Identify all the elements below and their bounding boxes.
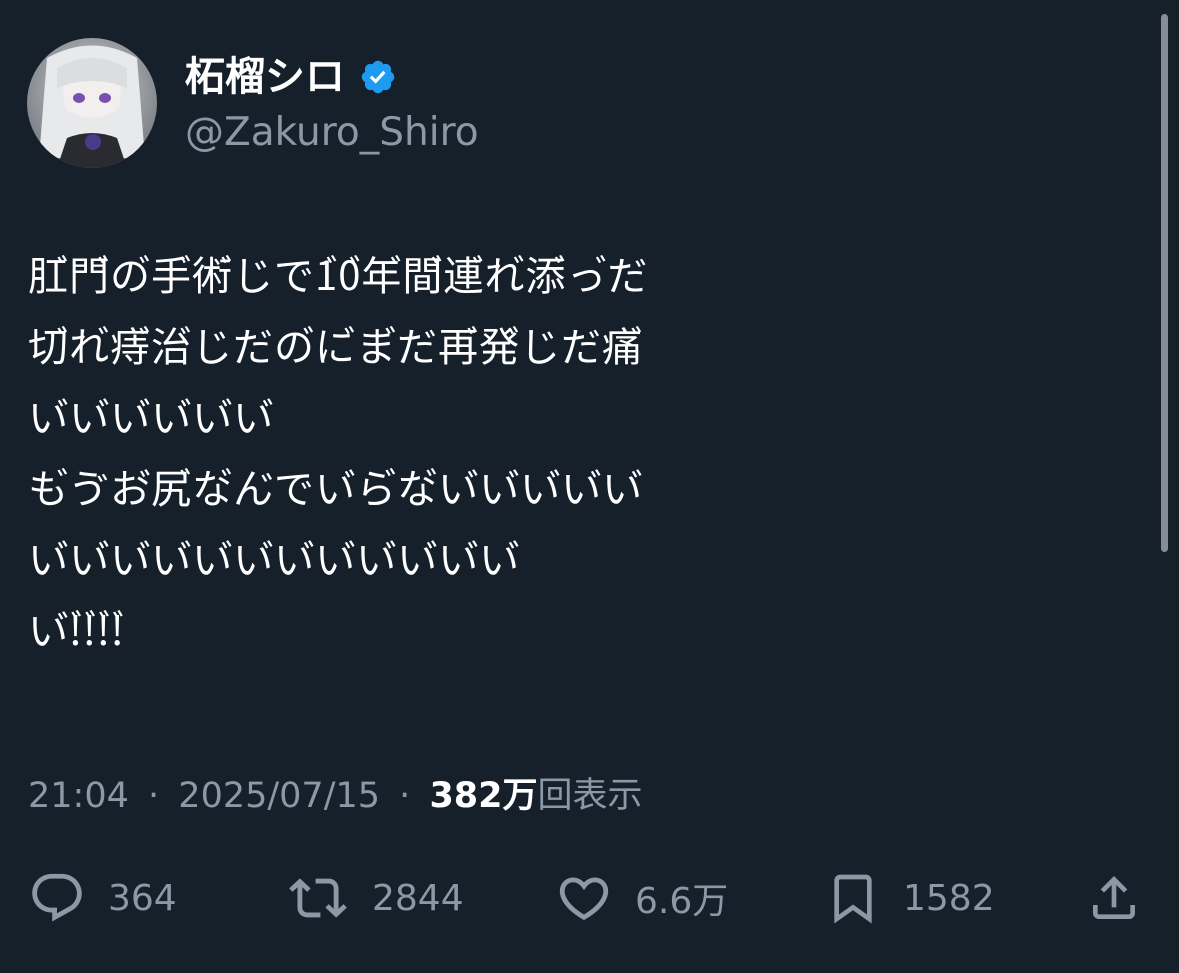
heart-icon	[559, 877, 609, 921]
reply-count: 364	[108, 877, 177, 919]
retweet-button[interactable]: 2844	[286, 868, 464, 928]
like-count: 6.6万	[635, 881, 729, 922]
tweet-text: 肛゙門゙の゙手゙術゙じで1゙0゙年゙間゙連゙れ゙添゙っ゙だ 切゙れ゙痔゙治゙じだ…	[28, 242, 1138, 668]
retweet-count: 2844	[372, 877, 464, 919]
tweet-date[interactable]: 2025/07/15	[178, 776, 380, 816]
tweet-line: い゙い゙い゙い゙い゙い゙	[28, 396, 274, 442]
share-button[interactable]	[1086, 868, 1142, 928]
action-bar: 364 2844 6.6万 1582	[0, 868, 1179, 928]
reply-icon	[32, 873, 82, 922]
tweet-line: 肛゙門゙の゙手゙術゙じで1゙0゙年゙間゙連゙れ゙添゙っ゙だ	[28, 254, 649, 300]
share-icon	[1093, 876, 1135, 919]
bookmark-count: 1582	[903, 877, 995, 919]
display-name-text: 柘榴シロ	[185, 54, 345, 100]
views-label: 回表示	[537, 776, 643, 816]
user-handle[interactable]: @Zakuro_Shiro	[185, 108, 479, 158]
meta-separator: ·	[148, 776, 160, 816]
avatar-image	[27, 38, 157, 168]
tweet-line: い゙い゙い゙い゙い゙い゙い゙い゙い゙い゙い゙い゙	[28, 538, 520, 584]
tweet-line: 切゙れ゙痔゙治゙じだの゙に゙ま゙だ再゙発゙じだ痛゙	[28, 325, 643, 371]
views-count: 382万	[429, 776, 538, 816]
scrollbar[interactable]	[1161, 14, 1168, 552]
bookmark-button[interactable]: 1582	[825, 868, 995, 928]
tweet-meta: 21:04 · 2025/07/15 · 382万回表示	[28, 772, 643, 820]
tweet-line: も゙ゔお゙尻゙な゙ん゙でい゙ら゙な゙い゙い゙い゙い゙い゙	[28, 467, 643, 513]
tweet-time[interactable]: 21:04	[28, 776, 129, 816]
verified-badge-icon	[361, 60, 395, 94]
retweet-icon	[289, 878, 347, 918]
meta-separator: ·	[399, 776, 411, 816]
like-button[interactable]: 6.6万	[555, 868, 728, 928]
display-name[interactable]: 柘榴シロ	[185, 52, 397, 102]
reply-button[interactable]: 364	[28, 868, 177, 928]
tweet-line: い゙!゙!゙!゙!゙	[28, 609, 125, 655]
bookmark-icon	[834, 874, 872, 924]
avatar[interactable]	[27, 38, 157, 168]
